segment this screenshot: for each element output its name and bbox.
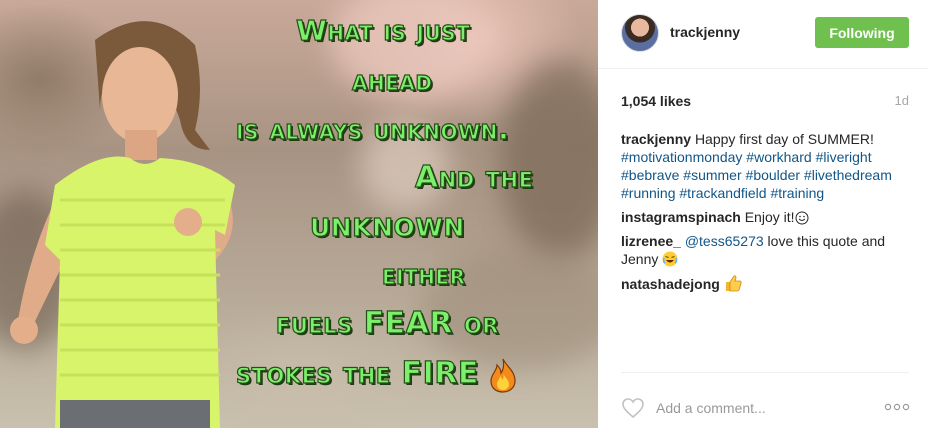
- laughing-emoji: [662, 251, 678, 267]
- comment-username[interactable]: natashadejong: [621, 276, 720, 292]
- quote-line: What is just: [295, 13, 471, 47]
- quote-line: is always unknown.: [235, 111, 510, 146]
- hashtag-link[interactable]: #running: [621, 185, 676, 201]
- avatar[interactable]: [621, 14, 659, 52]
- comment-text: Enjoy it!: [744, 209, 795, 225]
- thumbs-up-emoji: [725, 275, 742, 292]
- comment-username[interactable]: instagramspinach: [621, 209, 741, 225]
- hashtag-link[interactable]: #liveright: [816, 149, 872, 165]
- hashtag-link[interactable]: #training: [770, 185, 824, 201]
- smile-emoji: [795, 211, 809, 225]
- likes-row: 1,054 likes 1d: [621, 93, 909, 113]
- likes-count[interactable]: 1,054 likes: [621, 93, 691, 109]
- comment-username[interactable]: lizrenee_: [621, 233, 681, 249]
- hashtag-link[interactable]: #trackandfield: [679, 185, 766, 201]
- hashtag-link[interactable]: #workhard: [746, 149, 811, 165]
- comment-item: instagramspinach Enjoy it!: [621, 208, 909, 226]
- post-header: trackjenny Following: [598, 0, 928, 69]
- post-timestamp[interactable]: 1d: [895, 93, 909, 108]
- comment-footer: [598, 372, 928, 428]
- hashtag-link[interactable]: #motivationmonday: [621, 149, 742, 165]
- hashtag-link[interactable]: #livethedream: [804, 167, 892, 183]
- more-options-icon[interactable]: [884, 399, 910, 415]
- comment-item: lizrenee_ @tess65273 love this quote and…: [621, 232, 909, 268]
- heart-icon[interactable]: [621, 397, 645, 419]
- caption-text: Happy first day of SUMMER!: [694, 131, 874, 147]
- caption: trackjenny Happy first day of SUMMER! #m…: [621, 130, 909, 202]
- quote-line: And the: [414, 159, 534, 195]
- hashtag-link[interactable]: #bebrave: [621, 167, 679, 183]
- hashtag-link[interactable]: #boulder: [746, 167, 801, 183]
- quote-line: unknown: [309, 203, 465, 245]
- post-sidebar: trackjenny Following 1,054 likes 1d trac…: [598, 0, 928, 428]
- instagram-post: What is just ahead is always unknown. An…: [0, 0, 928, 428]
- quote-line: fuels FEAR or: [275, 305, 499, 341]
- quote-line: stokes the FIRE: [235, 355, 479, 391]
- quote-line: either: [381, 257, 466, 291]
- hashtag-link[interactable]: #summer: [683, 167, 741, 183]
- comments-list: trackjenny Happy first day of SUMMER! #m…: [621, 130, 909, 299]
- comment-item: natashadejong: [621, 274, 909, 293]
- mention-link[interactable]: @tess65273: [685, 233, 764, 249]
- caption-username[interactable]: trackjenny: [621, 131, 691, 147]
- quote-overlay: What is just ahead is always unknown. An…: [200, 4, 598, 424]
- quote-line-last: stokes the FIRE: [235, 355, 519, 393]
- following-button[interactable]: Following: [815, 17, 909, 48]
- add-comment-input[interactable]: [656, 399, 856, 417]
- fire-emoji: [490, 358, 516, 393]
- quote-line: ahead: [351, 63, 433, 97]
- author-username[interactable]: trackjenny: [670, 24, 740, 40]
- post-photo[interactable]: What is just ahead is always unknown. An…: [0, 0, 598, 428]
- hashtag-list: #motivationmonday #workhard #liveright #…: [621, 149, 892, 201]
- divider: [621, 372, 909, 373]
